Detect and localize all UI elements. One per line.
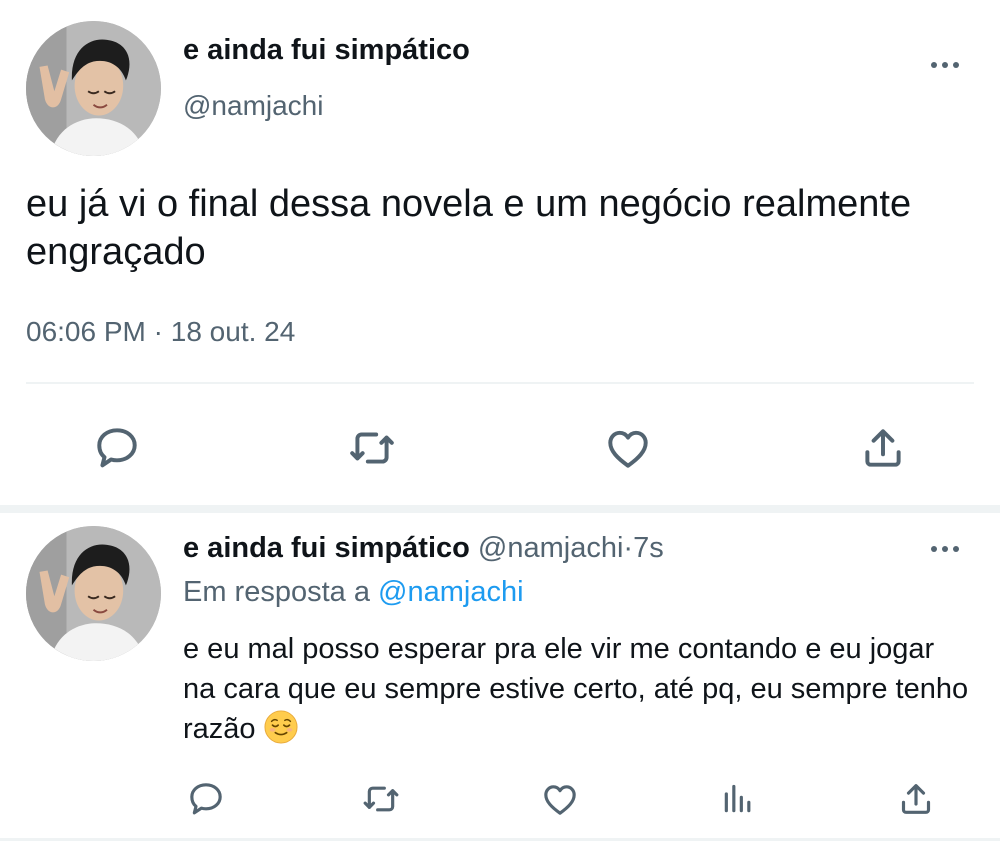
like-icon [608,430,648,468]
retweet-button[interactable] [357,775,405,823]
like-button[interactable] [536,775,584,823]
avatar[interactable] [26,526,161,661]
replying-to-label: Em resposta a [183,576,370,608]
more-dot [942,62,948,68]
share-button[interactable] [855,420,911,476]
tweet-time[interactable]: 7s [633,532,664,564]
relieved-face-emoji [264,710,298,744]
tweet-text: e eu mal posso esperar pra ele vir me co… [183,629,973,749]
more-options-icon[interactable] [925,53,965,77]
more-dot [931,546,937,552]
reply-icon [190,783,222,815]
tweet-text: eu já vi o final dessa novela e um negóc… [26,183,912,273]
like-button[interactable] [600,420,656,476]
reply-button[interactable] [89,420,145,476]
divider [26,382,974,384]
more-options-icon[interactable] [925,537,965,561]
meta-separator: · [153,316,163,347]
reply-header: e ainda fui simpático @namjachi·7s [183,532,664,565]
user-handle[interactable]: @namjachi [478,532,624,564]
user-handle[interactable]: @namjachi [183,90,323,122]
analytics-button[interactable] [714,775,762,823]
reply-button[interactable] [182,775,230,823]
profile-photo [26,526,161,661]
retweet-icon [350,432,394,464]
retweet-button[interactable] [344,420,400,476]
replying-to: Em resposta a @namjachi [183,576,524,609]
display-name[interactable]: e ainda fui simpático [183,34,470,67]
share-button[interactable] [892,775,940,823]
more-dot [953,62,959,68]
profile-photo [26,21,161,156]
retweet-icon [363,786,399,812]
analytics-icon [724,784,751,813]
like-icon [544,785,576,815]
more-dot [931,62,937,68]
reply-mention-link[interactable]: @namjachi [378,576,524,608]
tweet-timestamp[interactable]: 06:06 PM · 18 out. 24 [26,316,295,348]
share-icon [865,429,901,467]
more-dot [942,546,948,552]
meta-separator: · [623,532,634,564]
reply-text-body: e eu mal posso esperar pra ele vir me co… [183,633,969,745]
share-icon [901,784,931,814]
main-tweet: e ainda fui simpático @namjachi eu já vi… [0,0,1000,505]
more-dot [953,546,959,552]
section-separator [0,505,1000,513]
tweet-time: 06:06 PM [26,316,146,347]
avatar[interactable] [26,21,161,156]
display-name[interactable]: e ainda fui simpático [183,532,470,564]
tweet-date: 18 out. 24 [170,316,296,347]
reply-icon [97,428,137,468]
